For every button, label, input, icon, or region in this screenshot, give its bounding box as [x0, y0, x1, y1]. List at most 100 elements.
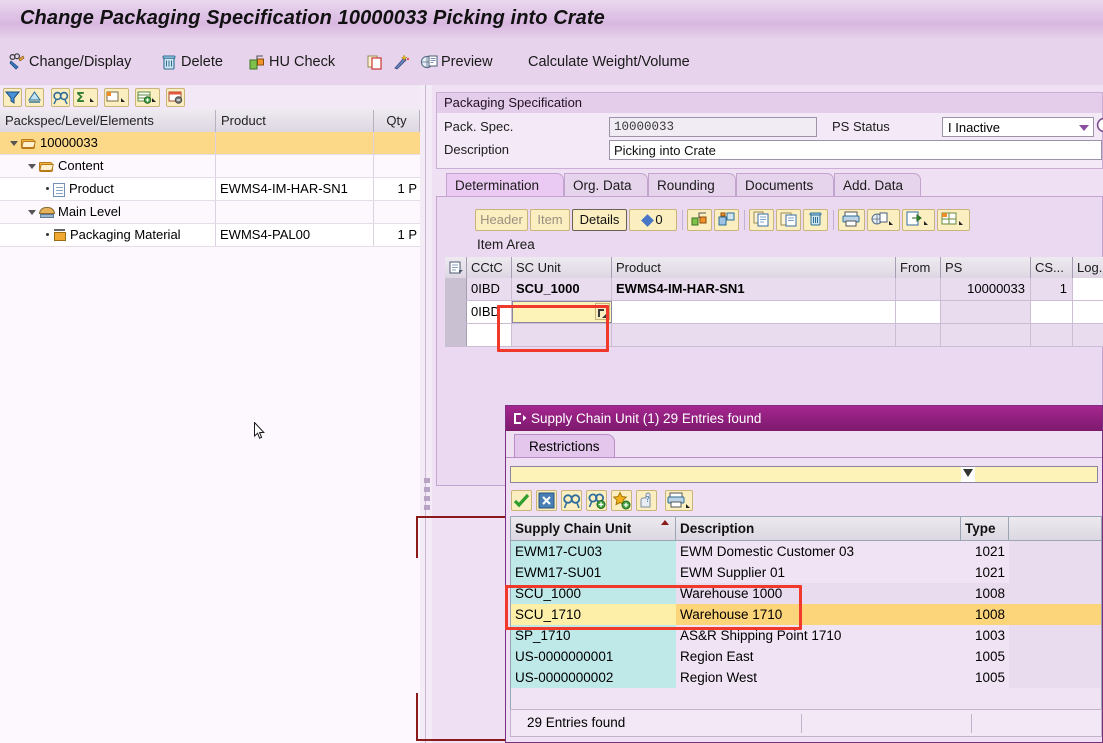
- window-title-bar: Change Packaging Specification 10000033 …: [0, 0, 1103, 41]
- cell-sc-unit[interactable]: SCU_1000: [512, 278, 612, 300]
- find-next-button[interactable]: [586, 490, 607, 511]
- dialog-tab-restrictions[interactable]: Restrictions: [514, 434, 615, 458]
- settings-node-button[interactable]: [714, 209, 739, 231]
- description-label: Description: [444, 142, 510, 157]
- subtotal-icon[interactable]: [104, 88, 129, 107]
- item-col-ps[interactable]: PS: [941, 257, 1031, 278]
- row-selector[interactable]: [445, 324, 467, 346]
- print-button[interactable]: [838, 209, 865, 231]
- cancel-button[interactable]: [536, 490, 557, 511]
- svg-text:Σ: Σ: [76, 91, 85, 106]
- tree-row-packspec-10000033[interactable]: 10000033: [0, 132, 420, 155]
- panel-splitter[interactable]: [420, 85, 432, 743]
- paste-item-button[interactable]: [776, 209, 801, 231]
- tree-row-packaging-material[interactable]: Packaging Material EWMS4-PAL00 1 P: [0, 224, 420, 247]
- print-icon: [667, 492, 690, 508]
- item-col-cctc[interactable]: CCtC: [467, 257, 512, 278]
- cell-product[interactable]: [612, 301, 896, 323]
- cell-from: [896, 278, 941, 300]
- item-col-cs[interactable]: CS...: [1031, 257, 1073, 278]
- preview-button[interactable]: Preview: [420, 49, 493, 75]
- grid-col-type[interactable]: Type: [961, 517, 1009, 540]
- cell-empty: [1009, 541, 1101, 562]
- tab-determination[interactable]: Determination: [446, 173, 564, 197]
- grid-col-empty[interactable]: [1009, 517, 1101, 540]
- calculate-weight-volume-button[interactable]: Calculate Weight/Volume: [528, 49, 690, 75]
- delete-button[interactable]: Delete: [160, 49, 223, 75]
- expand-arrow-icon[interactable]: [28, 164, 36, 170]
- description-input[interactable]: Picking into Crate: [609, 140, 1102, 160]
- header-button[interactable]: Header: [475, 209, 528, 231]
- row-selector[interactable]: [445, 301, 467, 323]
- chevron-down-icon[interactable]: [1079, 125, 1089, 131]
- grid-col-supply-chain-unit[interactable]: Supply Chain Unit: [511, 517, 676, 540]
- sum-icon[interactable]: Σ: [73, 88, 98, 107]
- cell-unit: US-0000000002: [511, 667, 676, 688]
- calculate-weight-volume-label: Calculate Weight/Volume: [528, 54, 690, 70]
- copy-button[interactable]: [366, 49, 384, 75]
- copy-item-button[interactable]: [749, 209, 774, 231]
- table-row[interactable]: 0IBD SCU_1000 EWMS4-IM-HAR-SN1 10000033 …: [445, 278, 1103, 301]
- print-button[interactable]: [665, 490, 693, 511]
- table-row[interactable]: US-0000000002 Region West 1005: [511, 667, 1101, 688]
- tree-row-product[interactable]: Product EWMS4-IM-HAR-SN1 1 P: [0, 178, 420, 201]
- delete-row-icon[interactable]: [166, 88, 185, 107]
- tree-column-packspec[interactable]: Packspec/Level/Elements: [0, 110, 216, 132]
- tree-row-main-level[interactable]: Main Level: [0, 201, 420, 224]
- print-icon: [842, 211, 860, 227]
- splitter-gripper[interactable]: [424, 478, 430, 518]
- table-row[interactable]: EWM17-SU01 EWM Supplier 01 1021: [511, 562, 1101, 583]
- packspec-input[interactable]: 10000033: [609, 117, 817, 137]
- tree-column-product[interactable]: Product: [216, 110, 374, 132]
- tree-row-content[interactable]: Content: [0, 155, 420, 178]
- delete-item-button[interactable]: [803, 209, 828, 231]
- tab-documents[interactable]: Documents: [736, 173, 834, 197]
- dropdown-marker-icon[interactable]: [961, 467, 975, 482]
- ps-status-select[interactable]: I Inactive: [942, 117, 1094, 137]
- details-button[interactable]: Details: [572, 209, 627, 231]
- check-green-icon: [513, 493, 530, 508]
- tree-row-product: [216, 155, 374, 177]
- print-preview-icon: [871, 212, 893, 225]
- item-col-sc-unit[interactable]: SC Unit: [512, 257, 612, 278]
- spreadsheet-icon: [941, 212, 963, 225]
- personal-value-list-button[interactable]: ?: [636, 490, 657, 511]
- item-col-log[interactable]: Log. (: [1073, 257, 1103, 278]
- item-col-product[interactable]: Product: [612, 257, 896, 278]
- find-button[interactable]: [561, 490, 582, 511]
- select-all-icon[interactable]: [445, 257, 467, 278]
- condition-count-button[interactable]: 0: [629, 209, 677, 231]
- row-selector[interactable]: [445, 278, 467, 300]
- sort-ascending-icon[interactable]: [25, 88, 44, 107]
- print-preview-button[interactable]: [867, 209, 900, 231]
- tab-add-data[interactable]: Add. Data: [834, 173, 921, 197]
- export-button[interactable]: [902, 209, 935, 231]
- search-icon: [1096, 117, 1103, 133]
- insert-row-icon[interactable]: [135, 88, 160, 107]
- table-row[interactable]: EWM17-CU03 EWM Domestic Customer 03 1021: [511, 541, 1101, 562]
- hu-check-button[interactable]: HU Check: [248, 49, 335, 75]
- item-button[interactable]: Item: [530, 209, 570, 231]
- add-favorite-button[interactable]: [611, 490, 632, 511]
- tab-rounding[interactable]: Rounding: [648, 173, 736, 197]
- expand-node-button[interactable]: [687, 209, 712, 231]
- tab-org-data[interactable]: Org. Data: [564, 173, 648, 197]
- item-col-from[interactable]: From: [896, 257, 941, 278]
- page-title: Change Packaging Specification 10000033 …: [20, 7, 605, 29]
- spreadsheet-button[interactable]: [937, 209, 970, 231]
- expand-arrow-icon[interactable]: [28, 210, 36, 216]
- cell-product[interactable]: EWMS4-IM-HAR-SN1: [612, 278, 896, 300]
- expand-arrow-icon[interactable]: [10, 141, 18, 147]
- cell-product[interactable]: [612, 324, 896, 346]
- cell-ps: [941, 301, 1031, 323]
- search-help-button[interactable]: [1095, 116, 1103, 138]
- magic-wand-button[interactable]: [392, 49, 410, 75]
- dialog-search-input[interactable]: [510, 466, 1098, 483]
- find-icon[interactable]: [51, 88, 70, 107]
- grid-col-description[interactable]: Description: [676, 517, 961, 540]
- tree-column-qty[interactable]: Qty: [374, 110, 420, 132]
- filter-icon[interactable]: [3, 88, 22, 107]
- confirm-button[interactable]: [511, 490, 532, 511]
- table-row[interactable]: US-0000000001 Region East 1005: [511, 646, 1101, 667]
- change-display-button[interactable]: Change/Display: [8, 49, 131, 75]
